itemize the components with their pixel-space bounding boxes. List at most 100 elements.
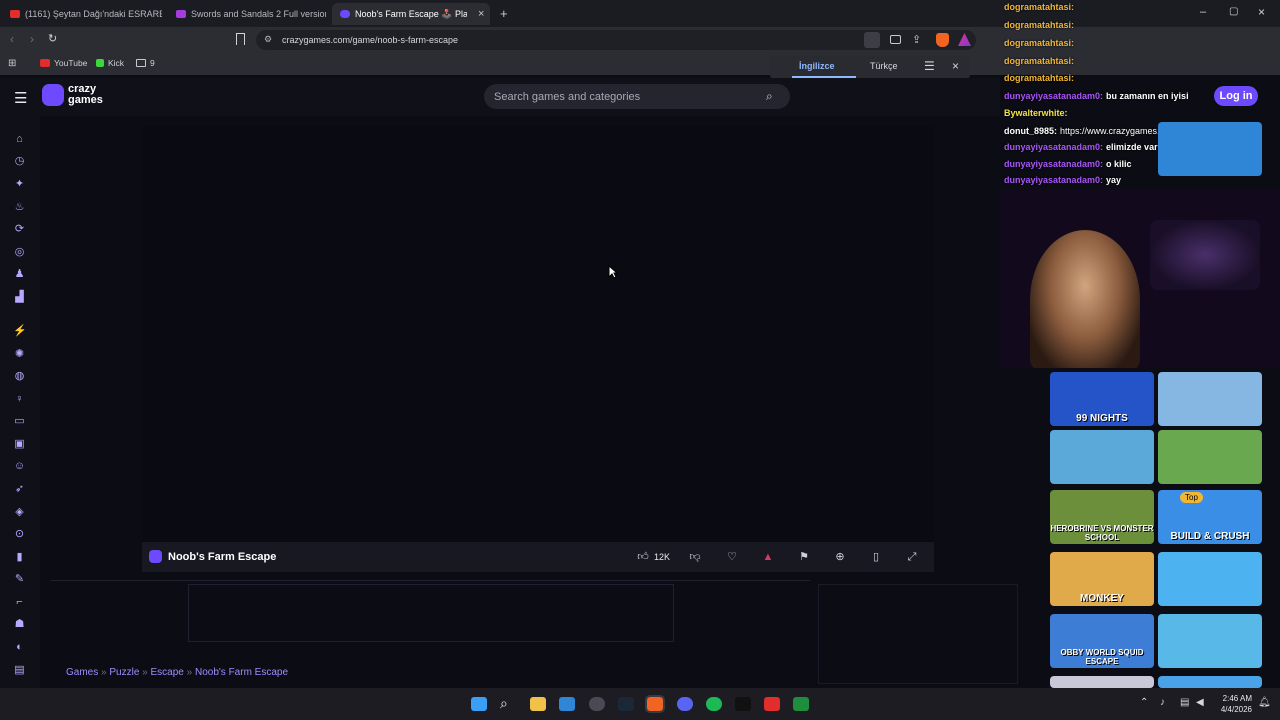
discord-icon[interactable]: [677, 697, 693, 711]
game-thumbnail[interactable]: Top BUILD & CRUSH: [1158, 490, 1262, 544]
breadcrumb-item[interactable]: Noob's Farm Escape: [195, 667, 288, 678]
share-icon[interactable]: ⊕: [833, 550, 847, 564]
translate-menu-icon[interactable]: ☰: [924, 59, 935, 73]
dislike-icon[interactable]: 👎︎: [688, 550, 702, 564]
action-icon[interactable]: ⚡: [13, 325, 27, 338]
escape-icon[interactable]: ▮: [13, 551, 26, 564]
start-icon[interactable]: [471, 697, 487, 711]
multiplayer-icon[interactable]: ♟: [13, 268, 26, 281]
brave-shields-icon[interactable]: [936, 33, 949, 47]
volume-icon[interactable]: ◀: [1196, 697, 1204, 708]
fullscreen-icon[interactable]: ⤢: [905, 550, 919, 564]
twoplayer-icon[interactable]: ▟: [13, 291, 26, 304]
game-canvas[interactable]: [142, 126, 934, 542]
terminal-icon[interactable]: [735, 697, 751, 711]
store-icon[interactable]: [559, 697, 575, 711]
mahjong-icon[interactable]: ▤: [13, 664, 26, 677]
bookmark-kick[interactable]: Kick: [96, 58, 124, 68]
apps-grid-icon[interactable]: ⊞: [8, 58, 16, 69]
network-icon[interactable]: ▤: [1180, 697, 1189, 708]
clock[interactable]: 2:46 AM 4/4/2026: [1214, 693, 1252, 715]
car-icon[interactable]: ▭: [13, 415, 26, 428]
flash-icon[interactable]: ✎: [13, 573, 26, 586]
maximize-icon[interactable]: ▢: [1229, 6, 1238, 17]
game-thumbnail[interactable]: OBBY WORLD SQUID ESCAPE: [1050, 614, 1154, 668]
breadcrumb-item[interactable]: Puzzle: [109, 667, 139, 678]
new-tab-button[interactable]: +: [500, 6, 508, 21]
translate-target-language[interactable]: Türkçe: [870, 61, 898, 71]
tab-youtube[interactable]: (1161) Şeytan Dağı'ndaki ESRARENGİ: [2, 3, 162, 25]
tray-chevron-icon[interactable]: ⌃: [1140, 697, 1148, 708]
breadcrumb-item[interactable]: Games: [66, 667, 98, 678]
tab-close-icon[interactable]: ×: [478, 8, 484, 20]
spotify-icon[interactable]: [706, 697, 722, 711]
horror-icon[interactable]: ☗: [13, 618, 26, 631]
mic-icon[interactable]: ♪: [1160, 697, 1165, 708]
beauty-icon[interactable]: ♀: [13, 393, 26, 406]
crazygames-logo-icon[interactable]: [42, 84, 64, 106]
updated-icon[interactable]: ⟳: [13, 223, 26, 236]
driving-icon[interactable]: ⊙: [13, 528, 26, 541]
like-icon[interactable]: 👍︎: [636, 550, 650, 564]
search-icon[interactable]: ⌕: [500, 695, 508, 712]
game-thumbnail[interactable]: [1050, 676, 1154, 688]
notification-icon[interactable]: 🔔︎: [1258, 697, 1271, 708]
controller-icon[interactable]: ◈: [13, 506, 26, 519]
bookmark-icon[interactable]: [236, 33, 245, 45]
back-icon[interactable]: ‹: [10, 32, 14, 46]
mobile-icon[interactable]: ▯: [869, 550, 883, 564]
address-bar[interactable]: ⚙ crazygames.com/game/noob-s-farm-escape…: [256, 30, 976, 50]
breadcrumb-item[interactable]: Escape: [151, 667, 184, 678]
translate-icon[interactable]: [864, 32, 880, 48]
report-icon[interactable]: ⚑: [797, 550, 811, 564]
search-icon[interactable]: ⌕: [766, 89, 773, 104]
bookmark-folder[interactable]: 9: [136, 58, 155, 68]
recent-icon[interactable]: ◷: [13, 155, 26, 168]
close-window-icon[interactable]: ×: [1258, 5, 1265, 19]
search-input[interactable]: Search games and categories ⌕: [484, 84, 790, 109]
home-icon[interactable]: ⌂: [13, 133, 26, 146]
ad-block-icon[interactable]: ▲: [761, 550, 775, 564]
game-thumbnail[interactable]: [1158, 552, 1262, 606]
crazygames-logo[interactable]: crazy games: [68, 84, 103, 106]
site-info-icon[interactable]: ⚙: [264, 34, 272, 45]
file-explorer-icon[interactable]: [530, 697, 546, 711]
casual-icon[interactable]: ☺: [13, 460, 26, 473]
translate-source-language[interactable]: İngilizce: [799, 61, 835, 71]
game-thumbnail[interactable]: [1158, 614, 1262, 668]
share-icon[interactable]: ⇪: [912, 33, 921, 46]
game-thumbnail[interactable]: 99 NIGHTS: [1050, 372, 1154, 426]
game-thumbnail[interactable]: MONKEY: [1050, 552, 1154, 606]
steam-icon[interactable]: [618, 697, 634, 711]
game-thumbnail[interactable]: [1050, 430, 1154, 484]
fps-icon[interactable]: ⌐: [13, 596, 26, 609]
brave-rewards-icon[interactable]: [958, 33, 971, 46]
adventure-icon[interactable]: ✺: [13, 348, 26, 361]
reload-icon[interactable]: ↻: [48, 32, 57, 45]
hamburger-menu-icon[interactable]: ☰: [14, 89, 27, 107]
forward-icon[interactable]: ›: [30, 32, 34, 46]
trending-icon[interactable]: ♨: [13, 201, 26, 214]
new-icon[interactable]: ✦: [13, 178, 26, 191]
favorite-heart-icon[interactable]: ♡: [725, 550, 739, 564]
game-thumbnail[interactable]: [1158, 122, 1262, 176]
cast-icon[interactable]: [890, 35, 901, 44]
basketball-icon[interactable]: ◍: [13, 370, 26, 383]
chrome-icon[interactable]: [589, 697, 605, 711]
sheets-icon[interactable]: [793, 697, 809, 711]
game-thumbnail[interactable]: [1158, 676, 1262, 688]
youtube-app-icon[interactable]: [764, 697, 780, 711]
originals-icon[interactable]: ◎: [13, 246, 26, 259]
io-icon[interactable]: ◐: [13, 641, 26, 654]
tab-noobs-farm-escape[interactable]: Noob's Farm Escape 🕹️ Play on ×: [332, 3, 490, 25]
minimize-icon[interactable]: –: [1200, 6, 1206, 18]
bookmark-youtube[interactable]: YouTube: [40, 58, 87, 68]
brave-icon[interactable]: [645, 695, 665, 713]
tab-swords-sandals[interactable]: Swords and Sandals 2 Full version: [168, 3, 326, 25]
game-thumbnail[interactable]: HEROBRINE VS MONSTER SCHOOL: [1050, 490, 1154, 544]
translate-close-icon[interactable]: ×: [952, 59, 959, 73]
clicker-icon[interactable]: ➶: [13, 483, 26, 496]
game-thumbnail[interactable]: [1158, 430, 1262, 484]
card-icon[interactable]: ▣: [13, 438, 26, 451]
game-thumbnail[interactable]: [1158, 372, 1262, 426]
